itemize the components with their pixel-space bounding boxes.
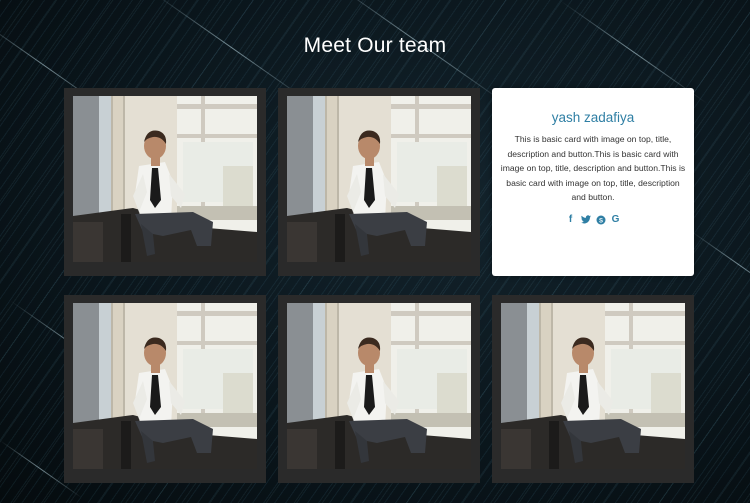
member-description: This is basic card with image on top, ti… (500, 134, 686, 202)
team-card-photo[interactable] (64, 295, 266, 483)
team-card-photo[interactable] (492, 295, 694, 483)
man-in-suit-photo (287, 96, 471, 262)
facebook-icon[interactable]: f (566, 214, 576, 226)
twitter-icon[interactable] (580, 214, 591, 226)
member-name: yash zadafiya (551, 110, 635, 125)
team-card-info[interactable]: yash zadafiya This is basic card with im… (492, 88, 694, 276)
man-in-suit-photo (73, 96, 257, 262)
man-in-suit-photo (501, 303, 685, 469)
streak (689, 230, 750, 300)
team-card-photo[interactable] (278, 88, 480, 276)
skype-icon[interactable]: S (596, 214, 606, 226)
google-icon[interactable]: G (611, 214, 621, 226)
team-card-photo[interactable] (64, 88, 266, 276)
team-card-photo[interactable] (278, 295, 480, 483)
man-in-suit-photo (287, 303, 471, 469)
page-title: Meet Our team (303, 34, 447, 57)
man-in-suit-photo (73, 303, 257, 469)
svg-text:S: S (598, 218, 602, 224)
social-links: f S G (500, 214, 686, 226)
